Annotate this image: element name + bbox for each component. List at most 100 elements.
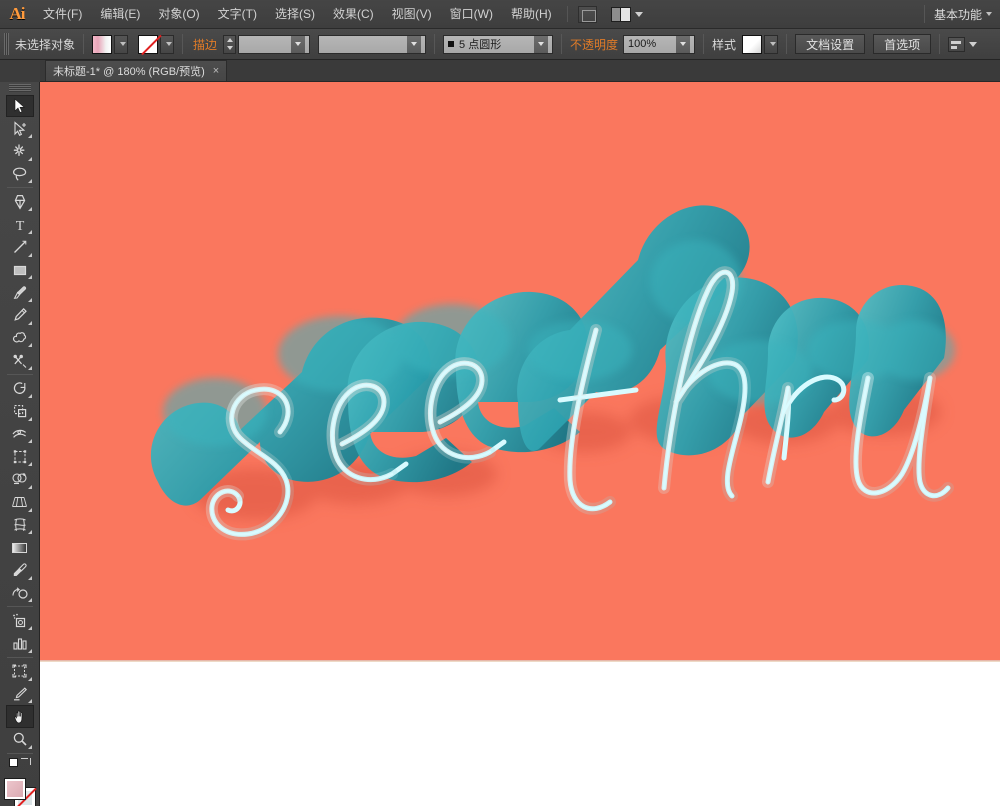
graphic-style-control[interactable] [742, 34, 779, 54]
menu-bar: Ai 文件(F) 编辑(E) 对象(O) 文字(T) 选择(S) 效果(C) 视… [0, 0, 1000, 29]
brush-definition-select[interactable]: 5 点圆形 [443, 34, 554, 54]
chevron-down-icon [538, 42, 545, 46]
blend-tool[interactable] [6, 582, 34, 605]
align-options-button[interactable] [948, 36, 978, 52]
stroke-profile-dropdown[interactable] [407, 35, 422, 53]
bridge-icon [610, 6, 631, 22]
tools-panel-grip[interactable] [8, 84, 31, 92]
control-divider [434, 34, 436, 54]
mesh-tool[interactable] [6, 514, 34, 537]
stroke-color-control[interactable] [138, 34, 175, 54]
artboard-bottom-edge [40, 660, 1000, 662]
menu-help[interactable]: 帮助(H) [502, 0, 561, 29]
pen-tool[interactable] [6, 190, 34, 213]
selection-tool[interactable] [5, 94, 34, 118]
rotate-tool[interactable] [6, 377, 34, 400]
symbol-sprayer-tool[interactable] [6, 609, 34, 632]
artwork-3d-text: see thru [150, 205, 955, 541]
stepper-up-icon [226, 37, 233, 42]
perspective-grid-tool[interactable] [6, 491, 34, 514]
graphic-style-swatch[interactable] [742, 34, 763, 54]
stroke-dropdown-button[interactable] [160, 34, 175, 54]
arrange-documents-icon[interactable] [577, 5, 597, 23]
fill-swatch[interactable] [92, 34, 113, 54]
opacity-input[interactable]: 100% [623, 34, 696, 54]
direct-selection-tool[interactable] [6, 117, 34, 140]
gradient-tool[interactable] [6, 536, 34, 559]
chevron-down-icon [295, 42, 302, 46]
pencil-tool[interactable] [6, 304, 34, 327]
slice-tool[interactable] [6, 683, 34, 706]
tool-divider [6, 606, 33, 608]
graphic-style-dropdown[interactable] [764, 34, 779, 54]
menu-window[interactable]: 窗口(W) [441, 0, 502, 29]
opacity-dropdown[interactable] [676, 35, 691, 53]
menu-divider [566, 6, 568, 22]
chevron-down-icon [411, 42, 418, 46]
go-to-bridge-button[interactable] [610, 6, 643, 22]
menu-view[interactable]: 视图(V) [383, 0, 441, 29]
shape-builder-tool[interactable] [6, 468, 34, 491]
preferences-button[interactable]: 首选项 [873, 34, 932, 54]
magic-wand-tool[interactable] [6, 140, 34, 163]
menu-file[interactable]: 文件(F) [34, 0, 91, 29]
menu-type[interactable]: 文字(T) [209, 0, 266, 29]
opacity-label[interactable]: 不透明度 [570, 36, 618, 53]
control-divider [182, 34, 184, 54]
brush-definition-value: 5 点圆形 [459, 39, 502, 51]
column-graph-tool[interactable] [6, 632, 34, 655]
paintbrush-tool[interactable] [6, 281, 34, 304]
canvas-area[interactable]: see thru [40, 82, 1000, 806]
default-colors-icon[interactable] [8, 758, 18, 768]
close-icon[interactable]: × [213, 65, 219, 77]
swap-colors-icon[interactable] [20, 757, 31, 768]
chevron-down-icon [969, 41, 978, 47]
stroke-swatch-none[interactable] [138, 34, 159, 54]
stroke-profile-select[interactable] [318, 34, 427, 54]
scale-tool[interactable] [6, 400, 34, 423]
fill-dropdown-button[interactable] [114, 34, 129, 54]
document-tab[interactable]: 未标题-1* @ 180% (RGB/预览) × [45, 60, 228, 81]
stroke-weight-stepper[interactable] [223, 34, 237, 54]
control-divider [786, 34, 788, 54]
chevron-down-icon [166, 42, 173, 46]
workspace-switcher[interactable]: 基本功能 [923, 0, 1000, 29]
free-transform-tool[interactable] [6, 445, 34, 468]
artboard[interactable]: see thru [40, 82, 1000, 660]
menu-edit[interactable]: 编辑(E) [91, 0, 149, 29]
document-setup-button[interactable]: 文档设置 [795, 34, 866, 54]
line-segment-tool[interactable] [6, 236, 34, 259]
hand-tool[interactable] [5, 705, 34, 728]
menu-effect[interactable]: 效果(C) [324, 0, 383, 29]
menu-object[interactable]: 对象(O) [149, 0, 208, 29]
stroke-weight-dropdown[interactable] [291, 35, 306, 53]
chevron-down-icon [770, 42, 777, 46]
opacity-value: 100% [628, 38, 657, 50]
menu-select[interactable]: 选择(S) [266, 0, 324, 29]
control-divider [561, 34, 563, 54]
brush-dot-icon [448, 41, 455, 47]
lasso-tool[interactable] [6, 163, 34, 186]
stroke-weight-label[interactable]: 描边 [193, 36, 217, 53]
fill-color-control[interactable] [92, 34, 129, 54]
document-tab-bar: 未标题-1* @ 180% (RGB/预览) × [40, 60, 1000, 82]
stroke-weight-input[interactable] [238, 34, 311, 54]
app-logo-icon: Ai [9, 4, 26, 23]
fill-color-swatch[interactable] [3, 777, 26, 800]
zoom-tool[interactable] [6, 728, 34, 751]
rectangle-tool[interactable] [6, 259, 34, 282]
stepper-down-icon [226, 46, 233, 51]
eraser-tool[interactable] [6, 349, 34, 372]
brush-definition-dropdown[interactable] [534, 35, 549, 53]
artboard-tool[interactable] [6, 660, 34, 683]
type-tool[interactable]: T [6, 213, 34, 236]
workspace-label: 基本功能 [933, 7, 982, 22]
control-bar-grip[interactable] [4, 33, 9, 55]
illustrator-window: Ai 文件(F) 编辑(E) 对象(O) 文字(T) 选择(S) 效果(C) 视… [0, 0, 1000, 806]
tool-divider [6, 374, 33, 376]
control-bar: 未选择对象 描边 5 点圆形 不透明度 100% 样式 文档设置 首选项 [0, 29, 1000, 60]
blob-brush-tool[interactable] [6, 327, 34, 350]
eyedropper-tool[interactable] [6, 559, 34, 582]
width-tool[interactable] [6, 423, 34, 446]
style-label: 样式 [712, 37, 737, 52]
